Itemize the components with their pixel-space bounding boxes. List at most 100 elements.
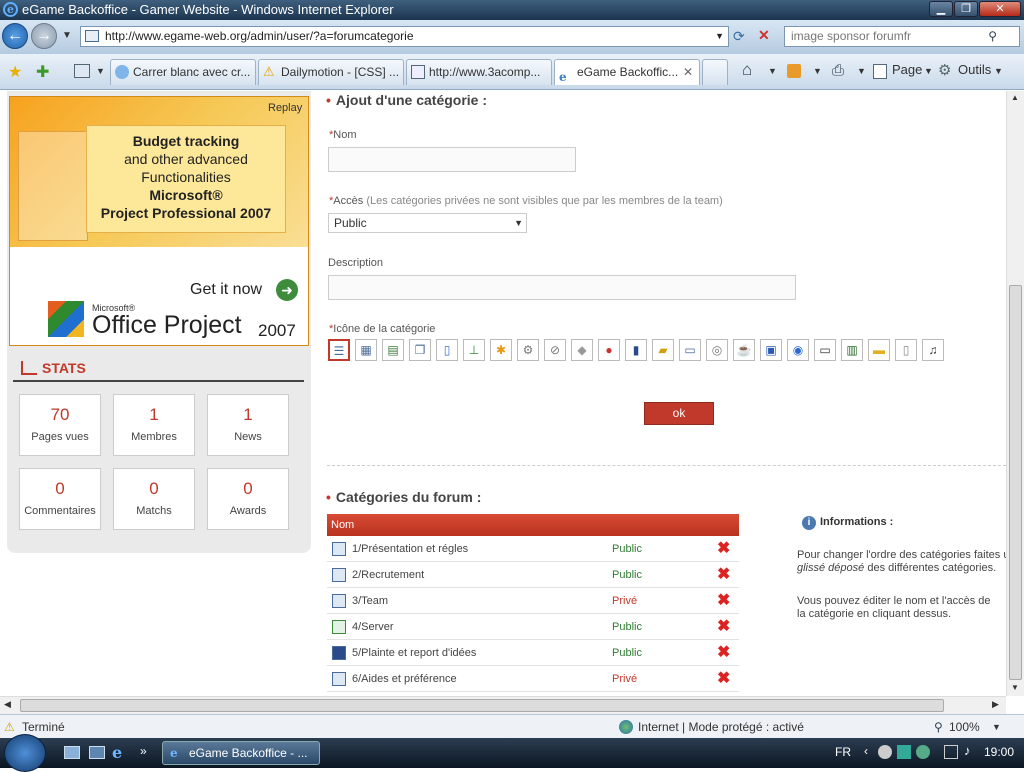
search-icon[interactable]: ⚲	[988, 27, 997, 46]
feeds-dropdown-icon[interactable]: ▼	[813, 66, 822, 76]
sitemap-icon[interactable]: ⊥	[463, 339, 485, 361]
box-icon[interactable]: ◆	[571, 339, 593, 361]
quicklaunch-more-icon[interactable]: »	[140, 744, 147, 758]
minimize-button[interactable]: ▁	[929, 1, 953, 17]
ad-replay-link[interactable]: Replay	[268, 102, 302, 114]
cd-icon[interactable]: ◉	[787, 339, 809, 361]
clock[interactable]: 19:00	[984, 745, 1014, 759]
scroll-right-icon[interactable]: ▶	[992, 699, 999, 710]
tray-monitor-icon[interactable]	[944, 745, 958, 759]
delete-icon[interactable]: ✖	[717, 640, 730, 666]
document-icon[interactable]: ▯	[436, 339, 458, 361]
name-input[interactable]	[328, 147, 576, 172]
category-name[interactable]: 5/Plainte et report d'idées	[352, 640, 476, 666]
gear-icon[interactable]: ⚙	[517, 339, 539, 361]
table-row[interactable]: 4/Server Public ✖	[327, 614, 739, 640]
scroll-down-icon[interactable]: ▼	[1011, 683, 1019, 692]
star-icon[interactable]: ✱	[490, 339, 512, 361]
tab-dailymotion[interactable]: ⚠ Dailymotion - [CSS] ...	[258, 59, 404, 85]
category-access[interactable]: Privé	[612, 666, 637, 692]
table-row[interactable]: 1/Présentation et régles Public ✖	[327, 536, 739, 562]
vertical-scroll-thumb[interactable]	[1009, 285, 1022, 680]
category-access[interactable]: Public	[612, 536, 642, 562]
history-dropdown-icon[interactable]: ▼	[62, 30, 72, 41]
page-menu-button[interactable]: Page	[892, 62, 922, 77]
favorites-star-icon[interactable]: ★	[8, 62, 22, 82]
note-icon[interactable]: ▰	[652, 339, 674, 361]
url-input[interactable]: http://www.egame-web.org/admin/user/?a=f…	[80, 26, 729, 47]
delete-icon[interactable]: ✖	[717, 562, 730, 588]
category-access[interactable]: Public	[612, 614, 642, 640]
language-indicator[interactable]: FR	[835, 745, 851, 759]
ie-quicklaunch-icon[interactable]: e	[112, 743, 122, 762]
category-access[interactable]: Public	[612, 562, 642, 588]
forward-button[interactable]: →	[31, 23, 57, 49]
tab-3acomp[interactable]: http://www.3acomp...	[406, 59, 552, 85]
maximize-button[interactable]: ❐	[954, 1, 978, 17]
table-row[interactable]: 2/Recrutement Public ✖	[327, 562, 739, 588]
scroll-up-icon[interactable]: ▲	[1011, 93, 1019, 102]
delete-icon[interactable]: ✖	[717, 536, 730, 562]
scroll-left-icon[interactable]: ◀	[4, 699, 11, 710]
show-desktop-icon[interactable]	[64, 746, 80, 759]
feeds-icon[interactable]	[787, 64, 801, 78]
category-name[interactable]: 1/Présentation et régles	[352, 536, 468, 562]
table-row[interactable]: 3/Team Privé ✖	[327, 588, 739, 614]
refresh-icon[interactable]: ⟳	[733, 28, 749, 44]
page-dropdown-icon[interactable]: ▼	[924, 66, 933, 76]
list-icon[interactable]: ☰	[328, 339, 350, 361]
back-button[interactable]: ←	[2, 23, 28, 49]
table-icon[interactable]: ▤	[382, 339, 404, 361]
tab-egame-backoffice[interactable]: e eGame Backoffic... ✕	[554, 59, 700, 85]
delete-icon[interactable]: ✖	[717, 614, 730, 640]
url-dropdown-icon[interactable]: ▼	[715, 27, 724, 46]
objects-icon[interactable]: ●	[598, 339, 620, 361]
category-name[interactable]: 4/Server	[352, 614, 394, 640]
tray-users-icon[interactable]	[916, 745, 930, 759]
category-access[interactable]: Public	[612, 640, 642, 666]
quick-tabs-icon[interactable]	[74, 64, 90, 78]
arrow-right-icon[interactable]: ➜	[276, 279, 298, 301]
category-access[interactable]: Privé	[612, 588, 637, 614]
zoom-level[interactable]: 100%	[949, 715, 980, 739]
delete-icon[interactable]: ✖	[717, 666, 730, 692]
new-tab-button[interactable]	[702, 59, 728, 85]
category-name[interactable]: 2/Recrutement	[352, 562, 424, 588]
tray-expand-icon[interactable]: ‹	[864, 744, 868, 758]
print-dropdown-icon[interactable]: ▼	[857, 66, 866, 76]
table-row[interactable]: 5/Plainte et report d'idées Public ✖	[327, 640, 739, 666]
category-name[interactable]: 6/Aides et préférence	[352, 666, 457, 692]
tools-menu-button[interactable]: Outils	[958, 62, 991, 77]
add-favorite-icon[interactable]: ✚	[36, 62, 49, 82]
home-dropdown-icon[interactable]: ▼	[768, 66, 777, 76]
description-input[interactable]	[328, 275, 796, 300]
phone-icon[interactable]: ▯	[895, 339, 917, 361]
film-icon[interactable]: ▥	[841, 339, 863, 361]
folder-icon[interactable]: ▬	[868, 339, 890, 361]
horizontal-scroll-thumb[interactable]	[20, 699, 944, 712]
tab-carrer-blanc[interactable]: Carrer blanc avec cr...	[110, 59, 256, 85]
paperclip-icon[interactable]: ⊘	[544, 339, 566, 361]
book-icon[interactable]: ▮	[625, 339, 647, 361]
tape-icon[interactable]: ▭	[814, 339, 836, 361]
tab-list-dropdown-icon[interactable]: ▼	[96, 66, 105, 76]
save-icon[interactable]: ▣	[760, 339, 782, 361]
vertical-scrollbar[interactable]: ▲ ▼	[1006, 91, 1024, 696]
switch-windows-icon[interactable]	[89, 746, 105, 759]
tray-network-icon[interactable]	[897, 745, 911, 759]
advertisement-banner[interactable]: Replay Budget tracking and other advance…	[9, 96, 309, 346]
volume-icon[interactable]: ♪	[964, 743, 971, 758]
security-zone[interactable]: Internet | Mode protégé : activé	[638, 715, 804, 739]
ok-button[interactable]: ok	[644, 402, 714, 425]
print-icon[interactable]: ⎙	[832, 62, 844, 79]
monitor-icon[interactable]: ▭	[679, 339, 701, 361]
music-icon[interactable]: ♫	[922, 339, 944, 361]
coffee-icon[interactable]: ☕	[733, 339, 755, 361]
ad-cta-text[interactable]: Get it now	[190, 281, 262, 299]
category-name[interactable]: 3/Team	[352, 588, 388, 614]
table-row[interactable]: 6/Aides et préférence Privé ✖	[327, 666, 739, 692]
start-button[interactable]	[4, 734, 46, 772]
home-icon[interactable]: ⌂	[742, 60, 752, 80]
delete-icon[interactable]: ✖	[717, 588, 730, 614]
gamepad-icon[interactable]: ◎	[706, 339, 728, 361]
